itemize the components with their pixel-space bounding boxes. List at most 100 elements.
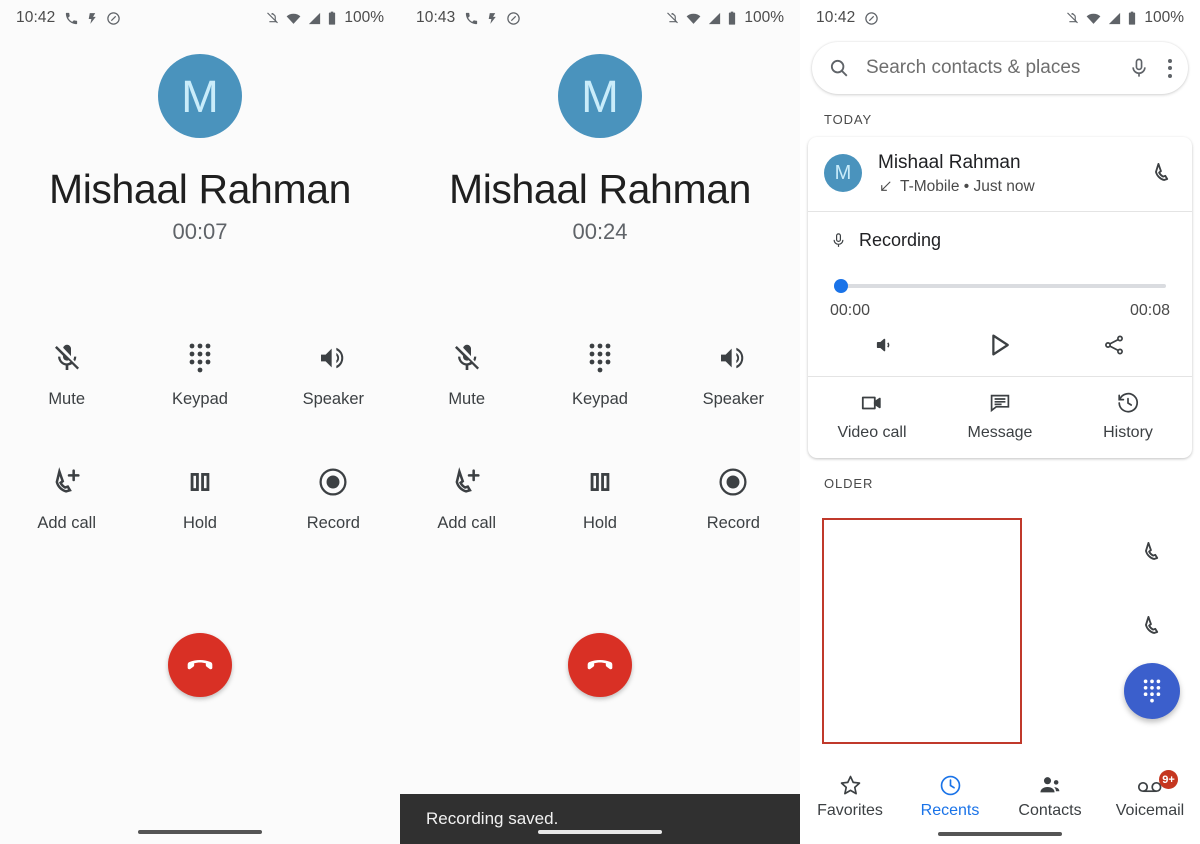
history-icon — [1116, 391, 1140, 415]
card-actions: Video call Message History — [808, 377, 1192, 458]
voicemail-badge: 9+ — [1159, 770, 1178, 789]
recording-duration: 00:08 — [1129, 301, 1170, 319]
keypad-label: Keypad — [572, 390, 628, 408]
video-call-button[interactable]: Video call — [808, 377, 936, 458]
status-time: 10:42 — [16, 9, 56, 26]
tab-contacts-label: Contacts — [1018, 802, 1082, 819]
tab-recents-label: Recents — [920, 802, 980, 819]
avatar: M — [824, 154, 862, 193]
call-controls: Mute Keypad Speaker Add call Hold Record — [0, 337, 400, 533]
bolt-icon — [486, 11, 499, 26]
tab-voicemail-label: Voicemail — [1115, 802, 1185, 819]
status-bar: 10:43 100% — [400, 0, 800, 36]
caller-name: Mishaal Rahman — [48, 166, 352, 212]
phone-icon[interactable] — [1140, 613, 1166, 639]
hold-button[interactable]: Hold — [533, 461, 666, 533]
mute-label: Mute — [448, 390, 485, 408]
wifi-icon — [685, 11, 702, 26]
recent-call-card[interactable]: M Mishaal Rahman T-Mobile • Just now Rec… — [808, 137, 1192, 458]
end-call-button[interactable] — [568, 633, 632, 697]
slider-thumb[interactable] — [834, 278, 848, 293]
people-icon — [1037, 773, 1063, 798]
call-controls: Mute Keypad Speaker Add call Hold Record — [400, 337, 800, 533]
message-icon — [988, 391, 1012, 415]
hold-label: Hold — [183, 514, 217, 532]
section-header-today: TODAY — [824, 112, 873, 127]
older-calls-list — [800, 501, 1200, 749]
recording-elapsed: 00:00 — [830, 301, 871, 319]
mic-off-icon — [451, 337, 483, 379]
search-bar[interactable]: Search contacts & places — [812, 42, 1188, 94]
phone-icon[interactable] — [1140, 539, 1166, 565]
end-call-button[interactable] — [168, 633, 232, 697]
hold-label: Hold — [583, 514, 617, 532]
battery-icon — [327, 11, 337, 26]
call-subtitle: T-Mobile • Just now — [900, 177, 1035, 195]
keypad-button[interactable]: Keypad — [533, 337, 666, 409]
add-call-icon — [51, 461, 83, 503]
bolt-icon — [86, 11, 99, 26]
microphone-icon[interactable] — [1128, 57, 1150, 79]
battery-icon — [1127, 11, 1137, 26]
do-not-disturb-icon — [506, 11, 521, 26]
mute-button[interactable]: Mute — [400, 337, 533, 409]
dialpad-icon — [1141, 678, 1163, 704]
status-bar: 10:42 100% — [800, 0, 1200, 36]
record-button[interactable]: Record — [667, 461, 800, 533]
speaker-button[interactable]: Speaker — [667, 337, 800, 409]
history-button[interactable]: History — [1064, 377, 1192, 458]
signal-icon — [1107, 11, 1122, 26]
share-icon[interactable] — [1102, 333, 1126, 357]
notifications-off-icon — [1065, 11, 1080, 26]
message-button[interactable]: Message — [936, 377, 1064, 458]
recording-progress-slider[interactable] — [834, 278, 1166, 293]
play-icon[interactable] — [984, 330, 1014, 360]
battery-icon — [727, 11, 737, 26]
record-label: Record — [306, 514, 360, 532]
avatar-letter: M — [181, 70, 219, 122]
mute-button[interactable]: Mute — [0, 337, 133, 409]
phone-icon[interactable] — [1150, 160, 1176, 186]
speaker-button[interactable]: Speaker — [267, 337, 400, 409]
search-icon[interactable] — [828, 57, 850, 79]
keypad-button[interactable]: Keypad — [133, 337, 266, 409]
overflow-menu-icon[interactable] — [1168, 58, 1172, 78]
battery-percent: 100% — [344, 9, 384, 26]
panel-recents: 10:42 100% Search contacts & places TODA… — [800, 0, 1200, 844]
tab-voicemail[interactable]: 9+ Voicemail — [1100, 770, 1200, 844]
record-button[interactable]: Record — [267, 461, 400, 533]
hold-button[interactable]: Hold — [133, 461, 266, 533]
search-input[interactable]: Search contacts & places — [866, 57, 1128, 79]
call-received-icon — [878, 179, 893, 194]
signal-icon — [707, 11, 722, 26]
add-call-icon — [451, 461, 483, 503]
speaker-label: Speaker — [702, 390, 765, 408]
speaker-label: Speaker — [302, 390, 365, 408]
status-time: 10:43 — [416, 9, 456, 26]
do-not-disturb-icon — [106, 11, 121, 26]
section-header-older: OLDER — [824, 475, 874, 491]
redaction-box — [822, 517, 1022, 744]
do-not-disturb-icon — [864, 11, 879, 26]
tab-favorites[interactable]: Favorites — [800, 773, 900, 844]
add-call-button[interactable]: Add call — [400, 461, 533, 533]
home-indicator — [138, 830, 262, 834]
dialpad-fab[interactable] — [1124, 662, 1180, 719]
add-call-button[interactable]: Add call — [0, 461, 133, 533]
slider-track — [834, 283, 1166, 288]
call-timer: 00:07 — [172, 219, 228, 244]
star-icon — [838, 773, 863, 798]
history-label: History — [1103, 423, 1153, 441]
recording-title: Recording — [859, 229, 942, 250]
volume-icon[interactable] — [874, 334, 896, 356]
avatar: M — [558, 54, 642, 138]
mute-label: Mute — [48, 390, 85, 408]
video-call-icon — [860, 391, 884, 415]
video-call-label: Video call — [837, 423, 907, 441]
tab-favorites-label: Favorites — [817, 802, 883, 819]
avatar-letter: M — [834, 161, 852, 184]
call-entry-row[interactable]: M Mishaal Rahman T-Mobile • Just now — [808, 137, 1192, 211]
mic-off-icon — [51, 337, 83, 379]
toast-text: Recording saved. — [426, 809, 559, 828]
call-end-icon — [183, 648, 217, 682]
